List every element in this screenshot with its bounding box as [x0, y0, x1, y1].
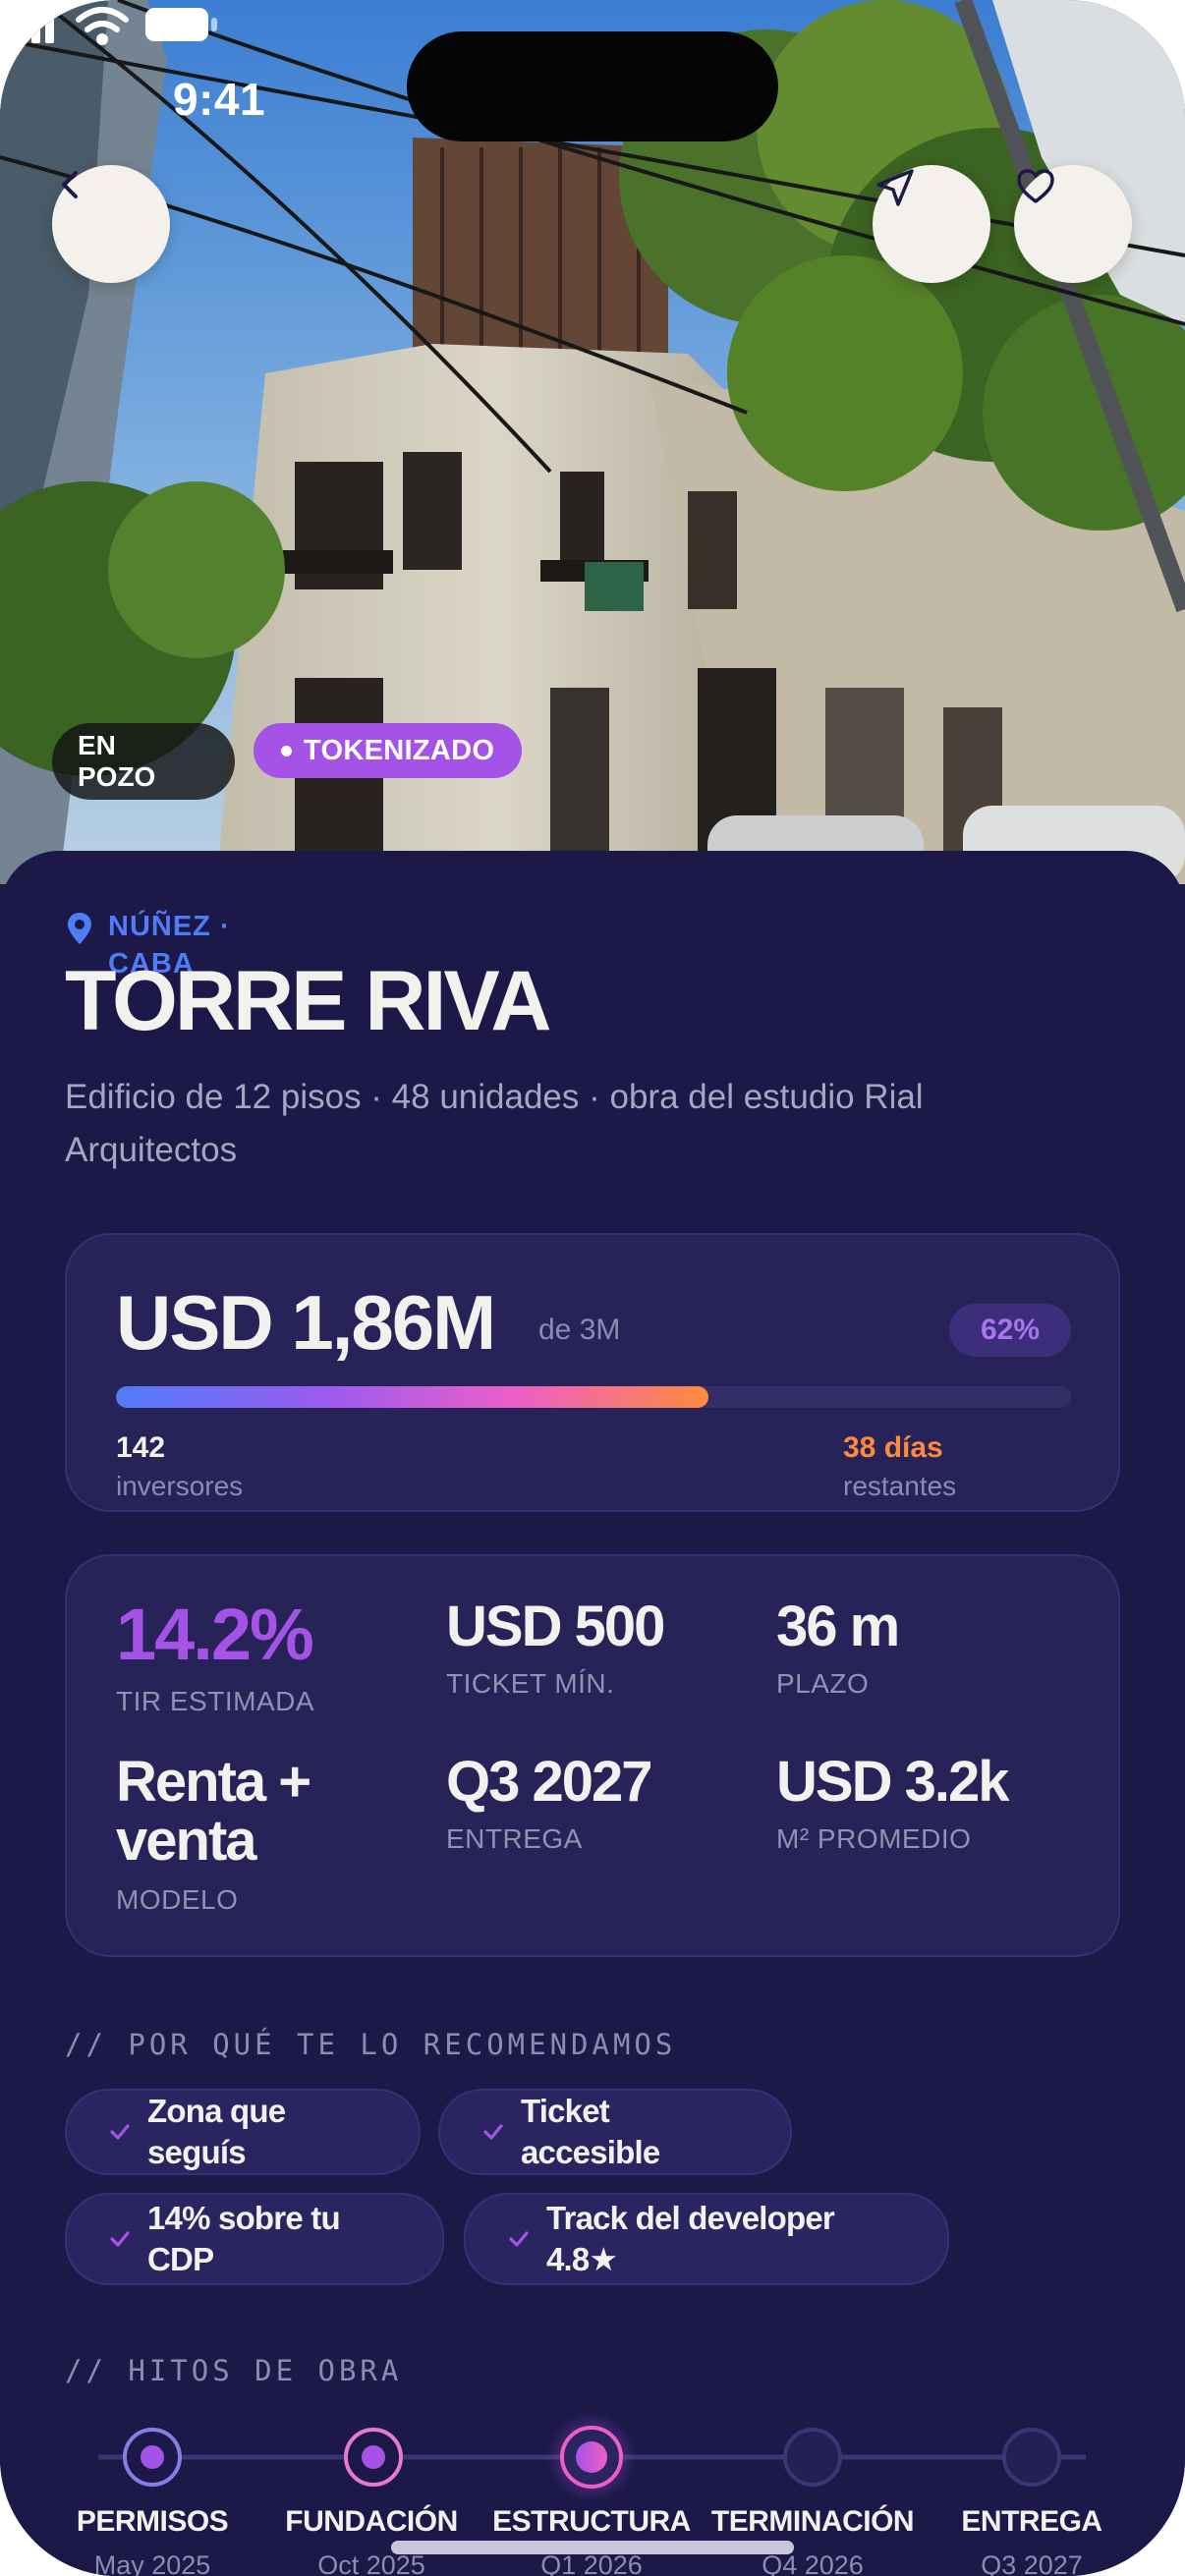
milestone-dot-estructura	[546, 2412, 637, 2502]
reason-chip[interactable]: Ticket accesible	[438, 2089, 792, 2175]
check-icon	[110, 2231, 130, 2247]
status-icons	[4, 4, 217, 45]
hero-photo: 9:41 EN POZO TOKENIZADO	[0, 0, 1185, 884]
milestone-dot-entrega	[1002, 2428, 1061, 2487]
heart-icon	[1017, 169, 1054, 203]
check-icon	[110, 2124, 130, 2140]
milestone-date: Q3 2027	[981, 2550, 1083, 2576]
milestone-dot-terminacion	[783, 2428, 842, 2487]
metric-sqm-label: M² PROMEDIO	[776, 1823, 972, 1854]
raised-amount: USD 1,86M	[116, 1279, 496, 1366]
milestone-label: ESTRUCTURA	[492, 2505, 691, 2538]
investors-label: inversores	[116, 1471, 244, 1501]
metric-model-value: Renta + venta	[116, 1750, 311, 1873]
milestone-label: FUNDACIÓN	[285, 2505, 458, 2538]
stage-badge: EN POZO	[52, 723, 235, 800]
project-subtitle: Edificio de 12 pisos · 48 unidades · obr…	[65, 1078, 924, 1169]
reason-chip[interactable]: 14% sobre tu CDP	[65, 2193, 444, 2285]
milestone-label: ENTREGA	[961, 2505, 1102, 2538]
funding-goal: de 3M	[538, 1314, 621, 1346]
check-icon	[483, 2124, 503, 2140]
dynamic-island	[407, 31, 778, 141]
reason-chip-label: Zona que seguís	[147, 2093, 286, 2170]
metric-delivery-label: ENTREGA	[446, 1823, 583, 1854]
tokenized-badge: TOKENIZADO	[254, 723, 523, 778]
funding-card: USD 1,86M de 3M 62% 142 inversores 38 dí…	[65, 1233, 1120, 1512]
metric-term-label: PLAZO	[776, 1668, 870, 1699]
favorite-button[interactable]	[1014, 165, 1132, 283]
milestones-header: // HITOS DE OBRA	[65, 2354, 403, 2387]
reason-chip-label: Track del developer 4.8★	[546, 2200, 835, 2277]
metric-irr-label: TIR ESTIMADA	[116, 1686, 315, 1716]
reason-chip[interactable]: Track del developer 4.8★	[464, 2193, 949, 2285]
navigation-arrow-icon	[876, 169, 914, 206]
metrics-card: 14.2% TIR ESTIMADA USD 500 TICKET MÍN. 3…	[65, 1554, 1120, 1957]
metric-model-label: MODELO	[116, 1884, 239, 1915]
wifi-icon	[76, 7, 129, 45]
share-button[interactable]	[873, 165, 990, 283]
tokenized-dot-icon	[281, 745, 292, 756]
back-button[interactable]	[52, 165, 170, 283]
reason-chip-label: Ticket accesible	[521, 2093, 660, 2170]
investors-count: 142	[116, 1431, 166, 1464]
tokenized-badge-label: TOKENIZADO	[304, 734, 495, 766]
metric-irr-value: 14.2%	[116, 1594, 314, 1675]
metric-ticket-value: USD 500	[446, 1595, 665, 1658]
milestones-timeline	[98, 2412, 1086, 2502]
check-icon	[509, 2231, 529, 2247]
milestone-label: TERMINACIÓN	[710, 2505, 915, 2538]
stage-badge-label: EN POZO	[78, 730, 156, 792]
metric-term-value: 36 m	[776, 1595, 900, 1658]
metric-delivery-value: Q3 2027	[446, 1750, 653, 1814]
funding-progress-fill	[116, 1386, 708, 1408]
funding-percent-badge: 62%	[949, 1304, 1071, 1357]
reason-chip-label: 14% sobre tu CDP	[147, 2200, 341, 2277]
battery-icon	[145, 8, 217, 41]
chevron-left-icon	[62, 171, 78, 198]
milestone-date: May 2025	[93, 2550, 211, 2576]
milestone-label: PERMISOS	[76, 2505, 229, 2538]
funding-progress-bar	[116, 1386, 1071, 1408]
days-left-label: restantes	[843, 1471, 957, 1501]
status-time: 9:41	[173, 74, 266, 125]
map-pin-icon	[68, 913, 91, 944]
metric-sqm-value: USD 3.2k	[776, 1750, 1009, 1814]
milestone-dot-fundacion	[344, 2428, 403, 2487]
reason-chip[interactable]: Zona que seguís	[65, 2089, 421, 2175]
metric-ticket-label: TICKET MÍN.	[446, 1668, 615, 1699]
phone-screen: 9:41 EN POZO TOKENIZADO NÚÑEZ · CABA TOR…	[0, 0, 1185, 2576]
cellular-signal-icon	[4, 4, 54, 43]
home-indicator[interactable]	[391, 2541, 794, 2554]
project-title: TORRE RIVA	[65, 954, 551, 1048]
milestone-dot-permisos	[123, 2428, 182, 2487]
days-left: 38 días	[843, 1431, 943, 1464]
recommend-header: // POR QUÉ TE LO RECOMENDAMOS	[65, 2028, 677, 2061]
